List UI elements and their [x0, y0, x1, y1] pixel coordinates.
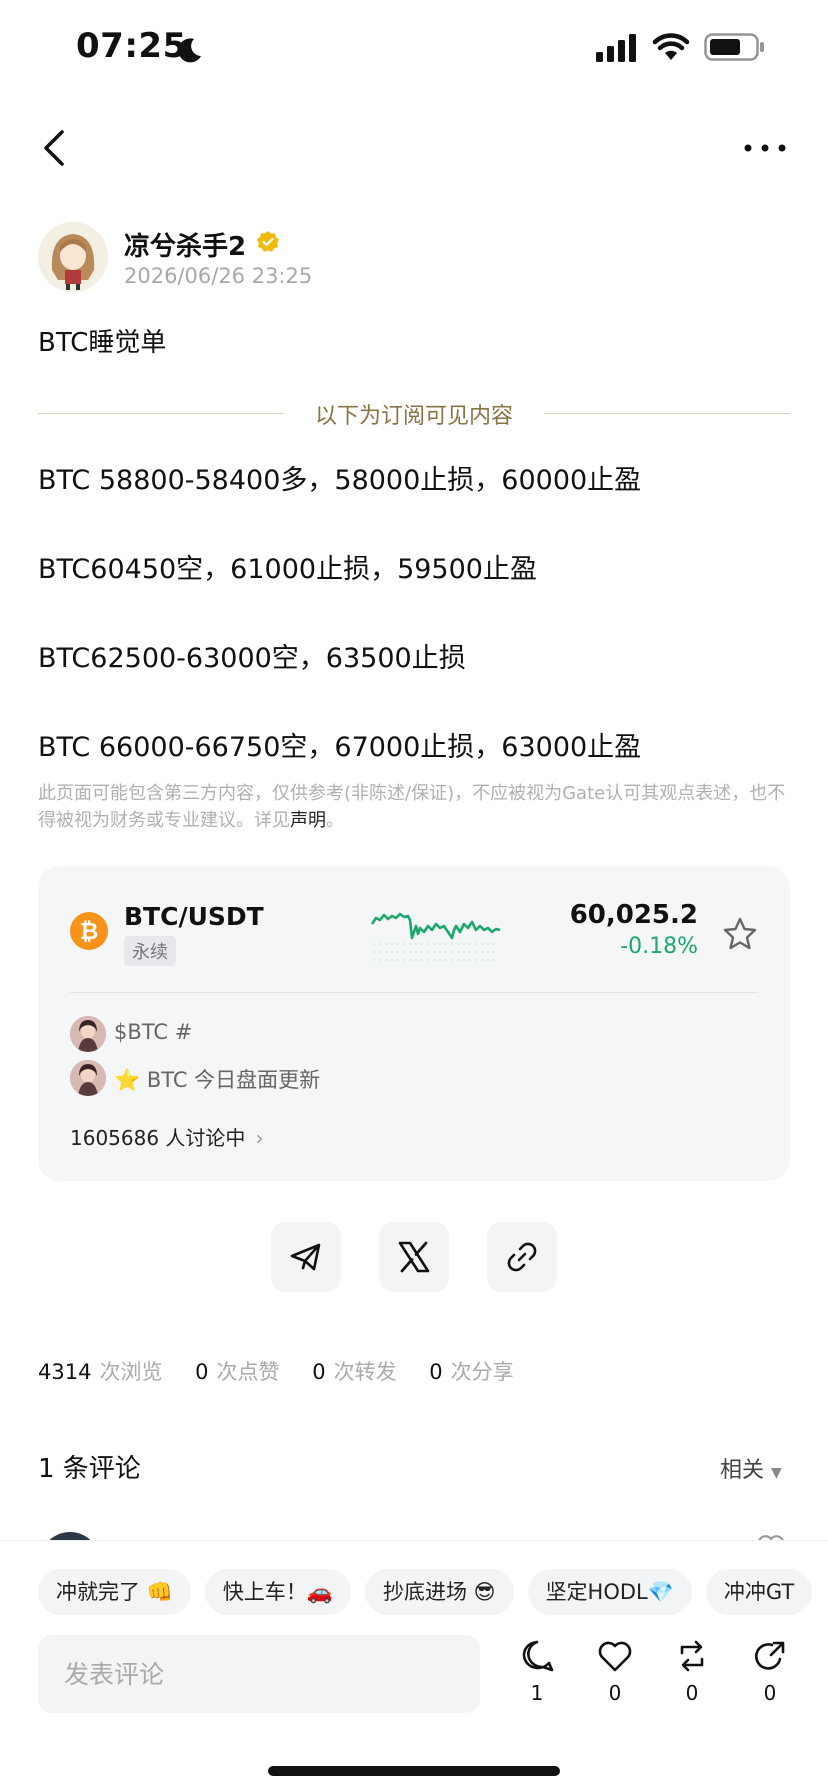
stat-likes: 0 次点赞	[195, 1360, 280, 1384]
repost-count: 0	[685, 1681, 699, 1705]
status-time: 07:25	[76, 26, 187, 66]
trade-plan-line: BTC 66000-66750空，67000止损，63000止盈	[38, 732, 642, 763]
post-title: BTC睡觉单	[38, 328, 167, 358]
price-sparkline	[370, 912, 501, 961]
comment-input[interactable]	[38, 1635, 480, 1713]
comment-action-button[interactable]: 1	[512, 1639, 562, 1719]
topic-avatar	[70, 1016, 106, 1052]
like-count: 0	[608, 1681, 622, 1705]
svg-text:₿: ₿	[80, 919, 99, 945]
top-nav	[0, 120, 828, 180]
stat-views: 4314 次浏览	[38, 1360, 163, 1384]
card-divider	[70, 992, 758, 993]
more-icon[interactable]	[740, 136, 790, 160]
subscription-divider: 以下为订阅可见内容	[38, 398, 790, 429]
disclaimer-end: 。	[326, 810, 344, 831]
repost-action-button[interactable]: 0	[667, 1639, 717, 1719]
moon-icon	[178, 38, 201, 63]
post-timestamp: 2026/06/26 23:25	[124, 264, 313, 288]
back-icon[interactable]	[36, 126, 76, 170]
comment-sort-label: 相关	[720, 1458, 765, 1483]
share-count: 0	[763, 1681, 777, 1705]
pair-name: BTC/USDT	[124, 902, 264, 931]
discussion-count: 1605686 人讨论中	[70, 1126, 246, 1150]
share-icon	[754, 1641, 785, 1670]
trade-plan-line: BTC 58800-58400多，58000止损，60000止盈	[38, 465, 642, 496]
quick-reply-chips: 冲就完了 👊 快上车！🚗 抄底进场 😎 坚定HODL💎 冲冲GT	[38, 1569, 826, 1615]
comment-icon	[522, 1640, 554, 1672]
divider-line-right	[544, 413, 790, 414]
quick-reply-chip[interactable]: 坚定HODL💎	[527, 1569, 692, 1615]
x-icon	[398, 1241, 430, 1273]
verified-badge-icon	[257, 231, 279, 252]
share-row	[0, 1222, 828, 1292]
repost-icon	[680, 1640, 704, 1672]
telegram-icon	[290, 1243, 321, 1271]
btc-logo-icon: ₿	[70, 912, 108, 950]
disclaimer: 此页面可能包含第三方内容，仅供参考(非陈述/保证)，不应被视为Gate认可其观点…	[38, 780, 790, 834]
status-bar: 07:25	[0, 0, 828, 100]
author-avatar[interactable]	[38, 222, 108, 292]
topic-label: $BTC #	[114, 1020, 193, 1044]
topic-avatar	[70, 1060, 106, 1096]
disclaimer-text: 此页面可能包含第三方内容，仅供参考(非陈述/保证)，不应被视为Gate认可其观点…	[38, 783, 786, 831]
topic-label: ⭐ BTC 今日盘面更新	[114, 1068, 321, 1092]
heart-icon	[598, 1641, 632, 1672]
comment-sort-button[interactable]: 相关 ▼	[720, 1452, 782, 1484]
subscription-divider-label: 以下为订阅可见内容	[314, 404, 513, 429]
discussion-link[interactable]: 1605686 人讨论中 ›	[70, 1122, 263, 1151]
stat-shares: 0 次分享	[429, 1360, 514, 1384]
quick-reply-chip[interactable]: 抄底进场 😎	[364, 1569, 514, 1615]
perpetual-tag: 永续	[124, 936, 176, 966]
last-price: 60,025.2	[569, 900, 698, 930]
author-name[interactable]: 凉兮杀手2	[124, 226, 246, 263]
comment-composer-bar: 冲就完了 👊 快上车！🚗 抄底进场 😎 坚定HODL💎 冲冲GT 1 0 0 0	[0, 1540, 828, 1792]
quick-reply-chip[interactable]: 冲冲GT	[705, 1569, 813, 1615]
favorite-star-icon[interactable]	[720, 914, 760, 954]
share-action-button[interactable]: 0	[745, 1639, 795, 1719]
comment-count: 1	[530, 1681, 544, 1705]
stat-reposts: 0 次转发	[312, 1360, 397, 1384]
trade-plan-line: BTC60450空，61000止损，59500止盈	[38, 554, 537, 585]
share-x-button[interactable]	[379, 1222, 449, 1292]
disclaimer-link[interactable]: 声明	[290, 810, 326, 831]
quick-reply-chip[interactable]: 快上车！🚗	[204, 1569, 351, 1615]
ticker-card[interactable]: ₿ BTC/USDT 永续 60,025.2 -0.18% $BTC # ⭐ B…	[38, 866, 790, 1181]
signal-icon	[596, 34, 636, 62]
share-telegram-button[interactable]	[271, 1222, 341, 1292]
author-header: 凉兮杀手2 2026/06/26 23:25	[38, 222, 798, 292]
battery-icon	[704, 33, 764, 61]
home-indicator	[268, 1766, 560, 1776]
link-icon	[507, 1242, 537, 1272]
post-stats: 4314 次浏览 0 次点赞 0 次转发 0 次分享	[38, 1356, 540, 1386]
caret-down-icon: ▼	[771, 1465, 782, 1481]
chevron-right-icon: ›	[255, 1126, 264, 1150]
price-change: -0.18%	[620, 934, 698, 959]
trade-plan-line: BTC62500-63000空，63500止损	[38, 643, 466, 674]
quick-reply-chip[interactable]: 冲就完了 👊	[38, 1569, 191, 1615]
share-link-button[interactable]	[487, 1222, 557, 1292]
comments-heading: 1 条评论	[38, 1454, 141, 1484]
wifi-icon	[652, 33, 690, 60]
like-action-button[interactable]: 0	[590, 1639, 640, 1719]
